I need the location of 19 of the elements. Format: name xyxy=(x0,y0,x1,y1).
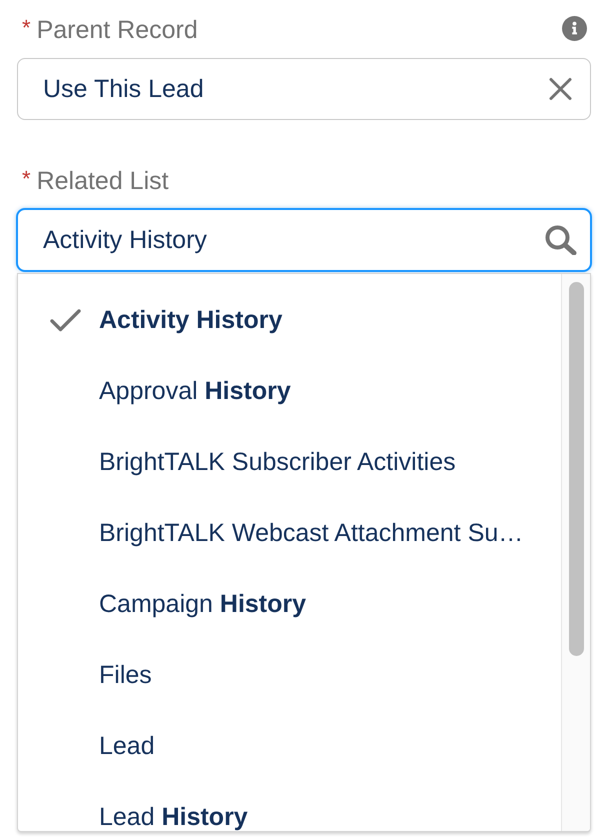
info-icon[interactable] xyxy=(562,16,587,41)
list-option[interactable]: Activity History xyxy=(18,306,559,334)
list-option[interactable]: Lead xyxy=(18,732,559,760)
list-option[interactable]: Lead History xyxy=(18,803,559,831)
list-option[interactable]: Campaign History xyxy=(18,590,559,618)
list-option[interactable]: Approval History xyxy=(18,377,559,405)
list-option[interactable]: BrightTALK Subscriber Activities xyxy=(18,448,559,476)
required-marker: * xyxy=(22,17,31,39)
search-field[interactable]: Activity History xyxy=(17,209,591,271)
check-icon xyxy=(50,308,81,332)
close-icon[interactable] xyxy=(549,78,572,100)
lookup-field[interactable]: Use This Lead xyxy=(17,58,591,120)
required-marker: * xyxy=(22,168,31,190)
list-option[interactable]: Files xyxy=(18,661,559,689)
field-label: Parent Record xyxy=(36,15,198,45)
list-option[interactable]: BrightTALK Webcast Attachment Su… xyxy=(18,519,559,547)
search-icon xyxy=(545,225,577,255)
scrollbar-thumb[interactable] xyxy=(569,282,584,656)
field-label: Related List xyxy=(36,166,169,196)
